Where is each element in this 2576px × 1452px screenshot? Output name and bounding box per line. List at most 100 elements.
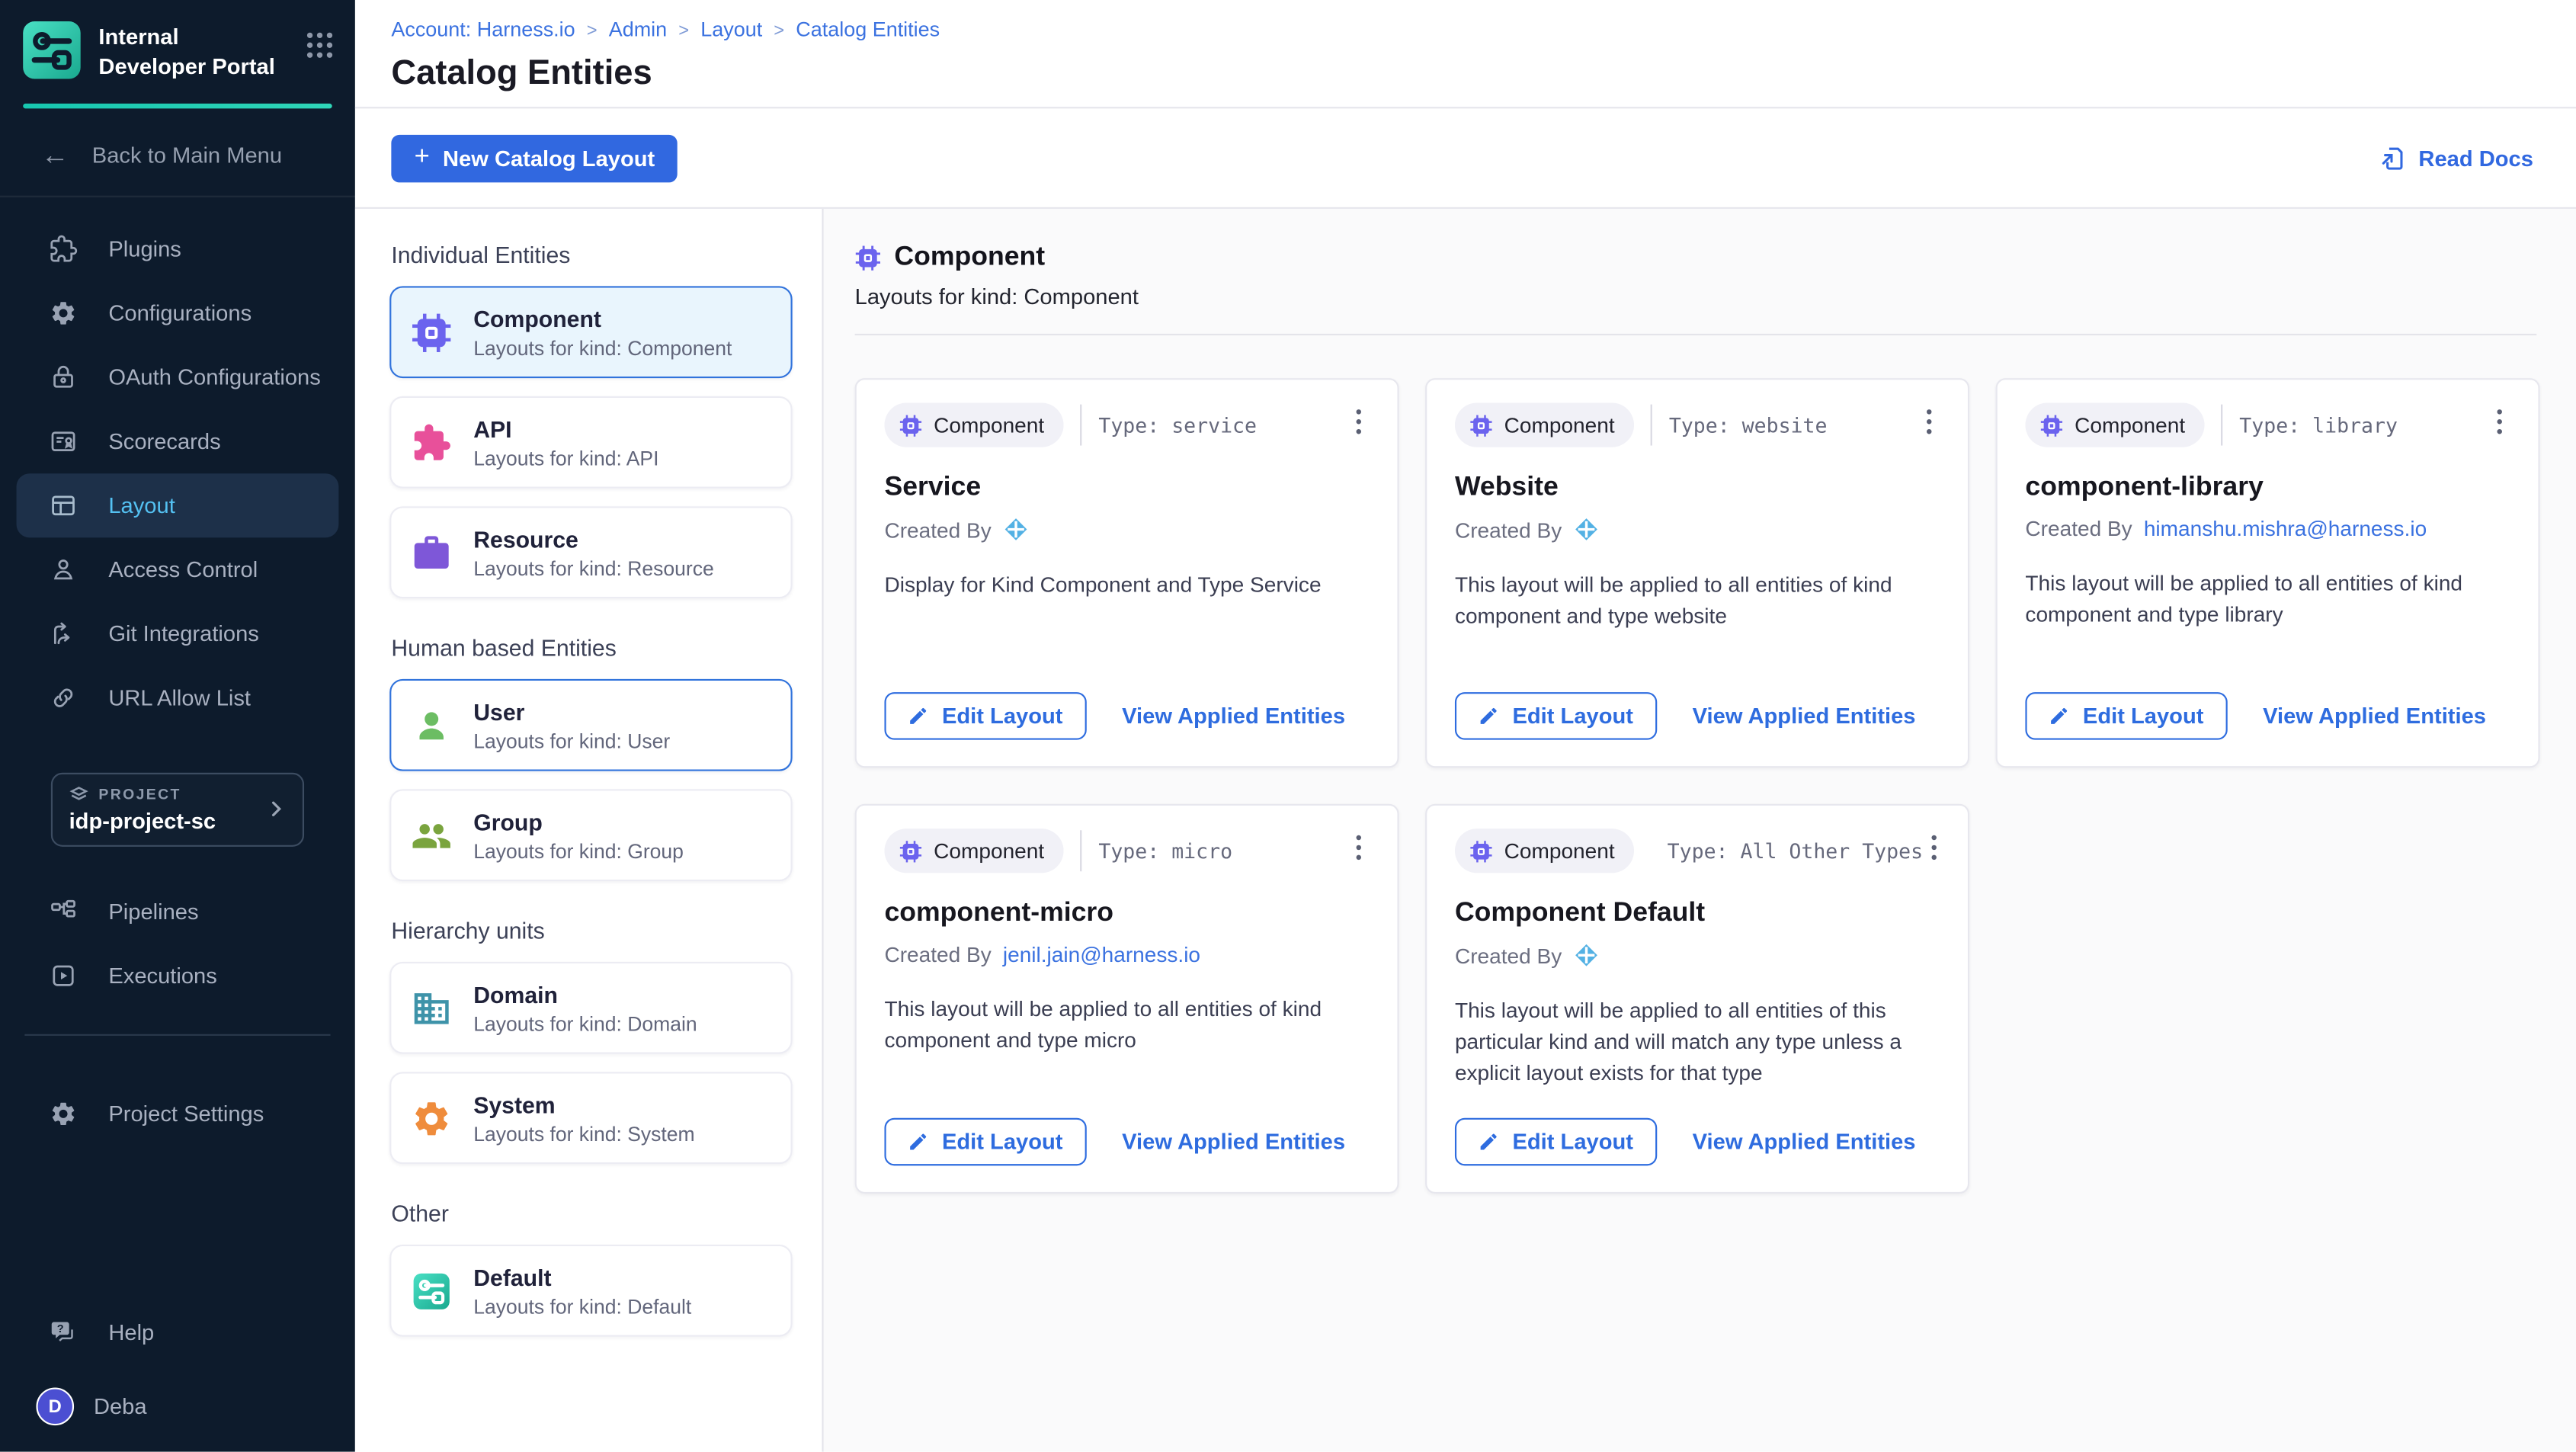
pencil-icon	[1478, 705, 1499, 726]
gear-icon	[50, 1100, 78, 1128]
sidebar-item-oauth-configurations[interactable]: OAuth Configurations	[17, 345, 339, 409]
svg-text:?: ?	[57, 1323, 64, 1335]
app-title: Internal Developer Portal	[98, 20, 283, 81]
link-icon	[50, 684, 78, 713]
entity-item-api[interactable]: API Layouts for kind: API	[389, 396, 792, 489]
section-hierarchy-units: Hierarchy units	[391, 918, 792, 944]
view-applied-entities-link[interactable]: View Applied Entities	[2263, 704, 2486, 728]
edit-layout-button[interactable]: Edit Layout	[1455, 1118, 1656, 1166]
harness-creator-icon	[1573, 942, 1600, 969]
layouts-area: Component Layouts for kind: Component Co…	[824, 209, 2576, 1452]
card-menu-button[interactable]	[2488, 402, 2510, 441]
sidebar-item-scorecards[interactable]: Scorecards	[17, 409, 339, 473]
scorecard-icon	[50, 428, 78, 456]
sidebar-item-help[interactable]: ? Help	[17, 1300, 339, 1364]
entity-item-user[interactable]: User Layouts for kind: User	[389, 679, 792, 771]
layout-description: Display for Kind Component and Type Serv…	[884, 570, 1369, 601]
entity-title: Group	[473, 808, 684, 835]
new-catalog-layout-button[interactable]: + New Catalog Layout	[391, 134, 678, 182]
layout-card-component-library: Component Type: library component-librar…	[1996, 378, 2540, 768]
layout-description: This layout will be applied to all entit…	[2025, 569, 2510, 630]
system-gear-icon	[411, 1098, 452, 1139]
harness-creator-icon	[1573, 516, 1600, 543]
sidebar-item-label: Help	[108, 1320, 154, 1345]
app-grid-icon[interactable]	[306, 31, 334, 59]
entity-item-component[interactable]: Component Layouts for kind: Component	[389, 286, 792, 378]
sidebar-item-access-control[interactable]: Access Control	[17, 538, 339, 602]
pipelines-icon	[50, 898, 78, 926]
breadcrumb-account[interactable]: Account: Harness.io	[391, 18, 575, 41]
type-prefix: Type:	[1098, 413, 1159, 436]
sidebar-item-plugins[interactable]: Plugins	[17, 217, 339, 281]
kind-badge: Component	[884, 829, 1064, 873]
entity-desc: Layouts for kind: Resource	[473, 556, 714, 579]
component-chip-icon	[1469, 413, 1492, 436]
view-applied-entities-link[interactable]: View Applied Entities	[1122, 704, 1345, 728]
user-menu[interactable]: D Deba	[0, 1388, 355, 1452]
user-person-icon	[411, 704, 452, 745]
entity-desc: Layouts for kind: Domain	[473, 1012, 697, 1035]
card-menu-button[interactable]	[1347, 402, 1370, 441]
pencil-icon	[908, 1131, 929, 1152]
entity-title: Domain	[473, 981, 697, 1008]
sidebar-item-label: Layout	[108, 493, 175, 518]
creator-email-link[interactable]: jenil.jain@harness.io	[1003, 942, 1200, 966]
entity-kind-panel: Individual Entities Component Layouts fo…	[355, 209, 824, 1452]
view-applied-entities-link[interactable]: View Applied Entities	[1693, 1130, 1916, 1154]
breadcrumb-admin[interactable]: Admin	[609, 18, 667, 41]
sidebar-item-label: OAuth Configurations	[108, 365, 320, 389]
sidebar-item-configurations[interactable]: Configurations	[17, 281, 339, 345]
entity-item-domain[interactable]: Domain Layouts for kind: Domain	[389, 962, 792, 1054]
layout-card-component-default: Component Type: All Other Types Componen…	[1425, 804, 1969, 1194]
card-menu-button[interactable]	[1923, 829, 1945, 867]
edit-layout-button[interactable]: Edit Layout	[1455, 692, 1656, 740]
sidebar-item-label: Plugins	[108, 237, 181, 261]
edit-layout-button[interactable]: Edit Layout	[2025, 692, 2226, 740]
layout-description: This layout will be applied to all entit…	[1455, 570, 1940, 632]
created-by-label: Created By	[1455, 517, 1562, 541]
sidebar-item-pipelines[interactable]: Pipelines	[17, 880, 339, 944]
docs-icon	[2379, 144, 2408, 172]
sidebar-item-url-allow-list[interactable]: URL Allow List	[17, 666, 339, 730]
view-applied-entities-link[interactable]: View Applied Entities	[1122, 1130, 1345, 1154]
badge-label: Component	[1504, 838, 1615, 863]
edit-layout-button[interactable]: Edit Layout	[884, 692, 1085, 740]
sidebar-item-git-integrations[interactable]: Git Integrations	[17, 602, 339, 666]
type-prefix: Type:	[1668, 839, 1729, 862]
creator-email-link[interactable]: himanshu.mishra@harness.io	[2144, 516, 2427, 540]
back-to-main-menu[interactable]: ← Back to Main Menu	[0, 109, 355, 197]
layout-description: This layout will be applied to all entit…	[884, 995, 1369, 1056]
entity-item-system[interactable]: System Layouts for kind: System	[389, 1072, 792, 1164]
breadcrumb-layout[interactable]: Layout	[700, 18, 762, 41]
sidebar-item-layout[interactable]: Layout	[17, 473, 339, 537]
user-name: Deba	[94, 1394, 147, 1418]
entity-desc: Layouts for kind: Default	[473, 1295, 691, 1318]
edit-layout-button[interactable]: Edit Layout	[884, 1118, 1085, 1166]
entity-desc: Layouts for kind: Component	[473, 336, 732, 359]
read-docs-link[interactable]: Read Docs	[2379, 144, 2533, 172]
git-branch-icon	[50, 620, 78, 648]
badge-label: Component	[2075, 412, 2185, 437]
entity-desc: Layouts for kind: System	[473, 1122, 694, 1145]
entity-item-default[interactable]: Default Layouts for kind: Default	[389, 1245, 792, 1337]
sidebar-item-label: Scorecards	[108, 429, 220, 454]
card-menu-button[interactable]	[1918, 402, 1940, 441]
view-applied-entities-link[interactable]: View Applied Entities	[1693, 704, 1916, 728]
sidebar-item-project-settings[interactable]: Project Settings	[17, 1082, 339, 1146]
person-icon	[50, 556, 78, 584]
edit-layout-label: Edit Layout	[1512, 704, 1633, 728]
type-value: All Other Types	[1741, 839, 1924, 862]
card-menu-button[interactable]	[1347, 829, 1370, 867]
kind-badge: Component	[2025, 402, 2205, 447]
kind-badge: Component	[1455, 829, 1635, 873]
project-selector[interactable]: PROJECT idp-project-sc	[51, 773, 304, 847]
breadcrumb-catalog-entities[interactable]: Catalog Entities	[796, 18, 940, 41]
sidebar-item-executions[interactable]: Executions	[17, 944, 339, 1008]
entity-desc: Layouts for kind: API	[473, 447, 658, 470]
component-chip-icon	[855, 244, 882, 271]
entity-item-resource[interactable]: Resource Layouts for kind: Resource	[389, 506, 792, 598]
default-layout-icon	[411, 1270, 452, 1311]
layout-card-website: Component Type: website Website Created …	[1425, 378, 1969, 768]
component-chip-icon	[411, 312, 452, 353]
entity-item-group[interactable]: Group Layouts for kind: Group	[389, 789, 792, 881]
